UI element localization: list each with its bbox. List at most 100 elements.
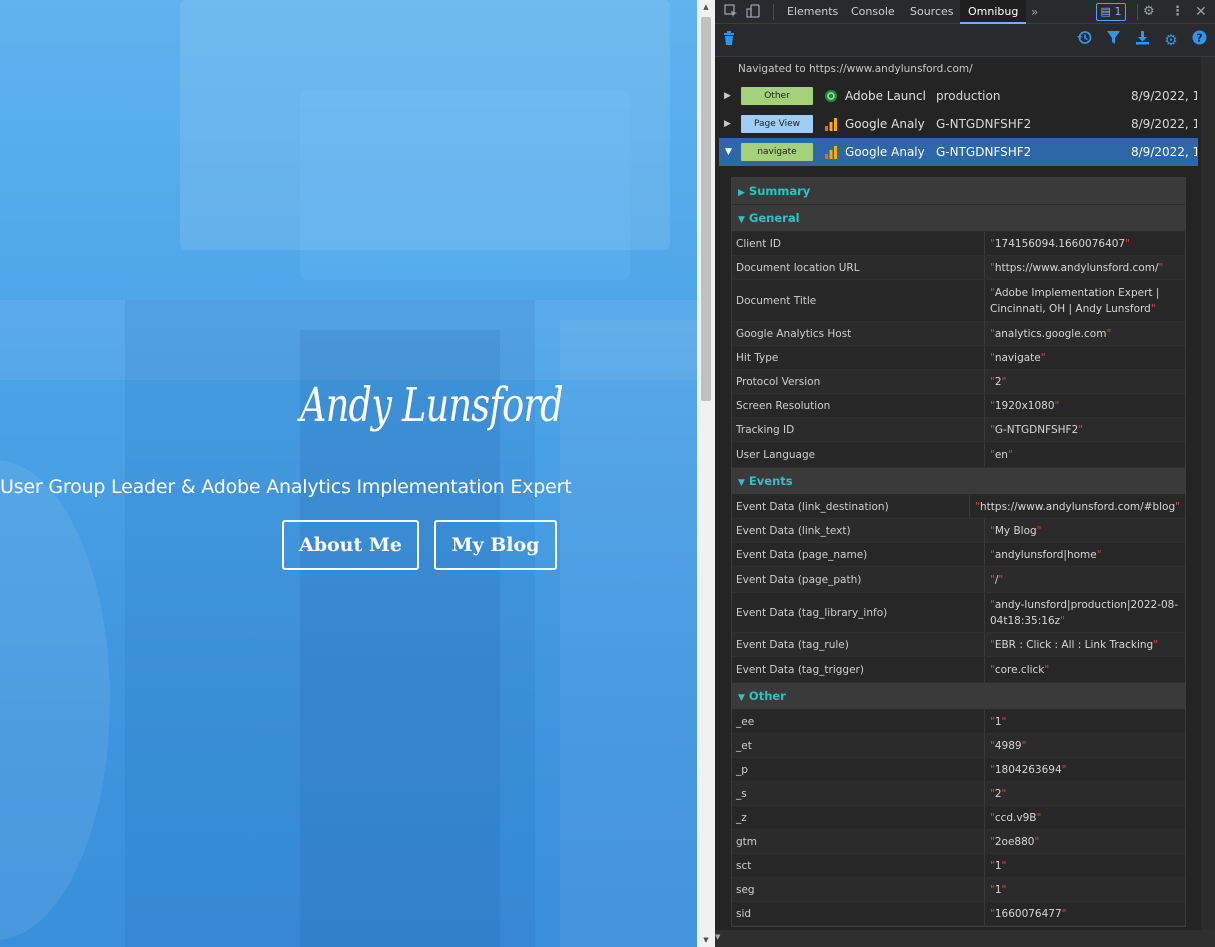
detail-value: "navigate" <box>985 346 1185 369</box>
detail-value: "2" <box>985 370 1185 393</box>
detail-row: Event Data (link_destination) "https://ww… <box>732 495 1185 519</box>
scroll-up-arrow-icon[interactable]: ▲ <box>697 0 715 14</box>
settings-gear-icon[interactable]: ⚙ <box>1161 30 1181 50</box>
tab-sources[interactable]: Sources <box>910 0 954 24</box>
divider <box>1137 4 1138 20</box>
detail-row: Hit Type "navigate" <box>732 346 1185 370</box>
more-options-icon[interactable]: ⋮ <box>1171 4 1184 20</box>
detail-value-text: 174156094.1660076407 <box>994 237 1126 250</box>
section-general[interactable]: ▼ General <box>732 205 1185 232</box>
detail-value-text: https://www.andylunsford.com/#blog <box>980 500 1176 513</box>
section-summary[interactable]: ▶ Summary <box>732 178 1185 205</box>
request-row[interactable]: ▶ Other Adobe Launch production 8/9/2022, 10… <box>715 82 1201 110</box>
expand-arrow-icon[interactable]: ▶ <box>724 82 731 110</box>
account-id: G-NTGDNFSHF2 <box>936 145 1032 159</box>
quote-mark: " <box>1153 638 1159 651</box>
quote-mark: " <box>1061 907 1067 920</box>
download-icon[interactable] <box>1132 30 1152 50</box>
filter-icon[interactable] <box>1103 30 1123 50</box>
about-me-button[interactable]: About Me <box>282 520 419 570</box>
detail-row: Protocol Version "2" <box>732 370 1185 394</box>
request-timestamp: 8/9/2022, 10:29:39 AM <box>1131 145 1197 159</box>
detail-row: Event Data (tag_library_info) "andy-lunsf… <box>732 593 1185 633</box>
detail-value-text: My Blog <box>994 524 1037 537</box>
detail-value: "1920x1080" <box>985 394 1185 417</box>
collapse-arrow-icon: ▼ <box>738 478 745 488</box>
detail-key: Screen Resolution <box>732 394 985 417</box>
request-list: Navigated to https://www.andylunsford.co… <box>715 57 1201 930</box>
scroll-down-arrow-icon[interactable]: ▼ <box>697 933 715 947</box>
quote-mark: " <box>1060 614 1065 627</box>
tab-omnibug[interactable]: Omnibug <box>960 0 1027 24</box>
detail-key: Document location URL <box>732 256 985 279</box>
request-row[interactable]: ▼ navigate Google Analytics 4 G-NTGDNFSHF2 8… <box>719 138 1198 166</box>
device-toolbar-icon[interactable] <box>746 4 760 23</box>
panel-scrollbar[interactable] <box>1201 57 1215 930</box>
detail-key: Event Data (link_text) <box>732 519 985 542</box>
detail-row: Event Data (page_path) "/" <box>732 567 1185 593</box>
issues-badge[interactable]: ▤ 1 <box>1096 3 1126 21</box>
help-icon[interactable]: ? <box>1189 30 1209 50</box>
detail-value: "2" <box>985 782 1185 805</box>
detail-value: "ccd.v9B" <box>985 806 1185 829</box>
detail-value: "https://www.andylunsford.com/#blog" <box>970 495 1185 518</box>
tab-console[interactable]: Console <box>851 0 895 24</box>
quote-mark: " <box>1036 811 1042 824</box>
detail-row: Event Data (page_name) "andylunsford|home… <box>732 543 1185 567</box>
inspect-element-icon[interactable] <box>724 4 738 23</box>
collapse-arrow-icon[interactable]: ▼ <box>725 138 732 166</box>
quote-mark: " <box>1001 715 1007 728</box>
detail-key: Protocol Version <box>732 370 985 393</box>
detail-key: Client ID <box>732 232 985 255</box>
detail-value-text: 2 <box>994 375 1002 388</box>
provider-name: Adobe Launch <box>845 89 925 103</box>
quote-mark: " <box>1125 237 1130 250</box>
message-icon: ▤ <box>1100 5 1111 18</box>
site-tagline: User Group Leader & Adobe Analytics Impl… <box>0 476 572 498</box>
more-tabs-icon[interactable]: » <box>1031 4 1038 20</box>
detail-value: "andy-lunsford|production|2022-08-04t18:… <box>985 593 1185 632</box>
trash-icon[interactable] <box>719 30 739 50</box>
website-viewport: Andy Lunsford User Group Leader & Adobe … <box>0 0 697 947</box>
detail-value-text: Adobe Implementation Expert | Cincinnati… <box>990 286 1160 315</box>
provider-name: Google Analytics 4 <box>845 117 925 131</box>
detail-value: "2oe880" <box>985 830 1185 853</box>
request-timestamp: 8/9/2022, 10:29:35 AM <box>1131 89 1197 103</box>
section-other[interactable]: ▼ Other <box>732 683 1185 710</box>
settings-gear-icon[interactable]: ⚙ <box>1143 4 1155 20</box>
detail-row: Document location URL "https://www.andylu… <box>732 256 1185 280</box>
adobe-launch-icon <box>824 89 838 103</box>
detail-key: Tracking ID <box>732 418 985 441</box>
quote-mark: " <box>1150 302 1156 315</box>
quote-mark: " <box>1021 739 1027 752</box>
detail-row: _s "2" <box>732 782 1185 806</box>
detail-value-text: 1920x1080 <box>994 399 1055 412</box>
detail-value-text: andy-lunsford|production|2022-08-04t18:3… <box>990 598 1179 627</box>
history-icon[interactable] <box>1074 30 1094 50</box>
detail-value: "https://www.andylunsford.com/" <box>985 256 1185 279</box>
google-analytics-icon <box>824 117 838 131</box>
request-tag: Other <box>741 87 813 105</box>
quote-mark: " <box>1001 859 1007 872</box>
detail-value: "1" <box>985 878 1185 901</box>
request-row[interactable]: ▶ Page View Google Analytics 4 G-NTGDNFSHF2… <box>715 110 1201 138</box>
detail-key: _et <box>732 734 985 757</box>
my-blog-button[interactable]: My Blog <box>434 520 557 570</box>
scroll-down-arrow-icon[interactable]: ▼ <box>715 933 720 941</box>
detail-row: gtm "2oe880" <box>732 830 1185 854</box>
detail-value: "4989" <box>985 734 1185 757</box>
page-scrollbar-thumb[interactable] <box>701 17 711 401</box>
expand-arrow-icon[interactable]: ▶ <box>724 110 731 138</box>
omnibug-toolbar: ⚙ ? <box>715 24 1215 57</box>
detail-row: Event Data (tag_trigger) "core.click" <box>732 657 1185 683</box>
section-events[interactable]: ▼ Events <box>732 468 1185 495</box>
detail-row: Tracking ID "G-NTGDNFSHF2" <box>732 418 1185 442</box>
close-icon[interactable]: ✕ <box>1195 4 1207 20</box>
detail-value: "Adobe Implementation Expert | Cincinnat… <box>985 280 1185 321</box>
navigation-line: Navigated to https://www.andylunsford.co… <box>738 63 973 75</box>
tab-elements[interactable]: Elements <box>787 0 838 24</box>
quote-mark: " <box>1175 500 1180 513</box>
page-scrollbar[interactable]: ▲ ▼ <box>697 0 715 947</box>
detail-value-text: 2oe880 <box>994 835 1035 848</box>
detail-key: Google Analytics Host <box>732 322 985 345</box>
